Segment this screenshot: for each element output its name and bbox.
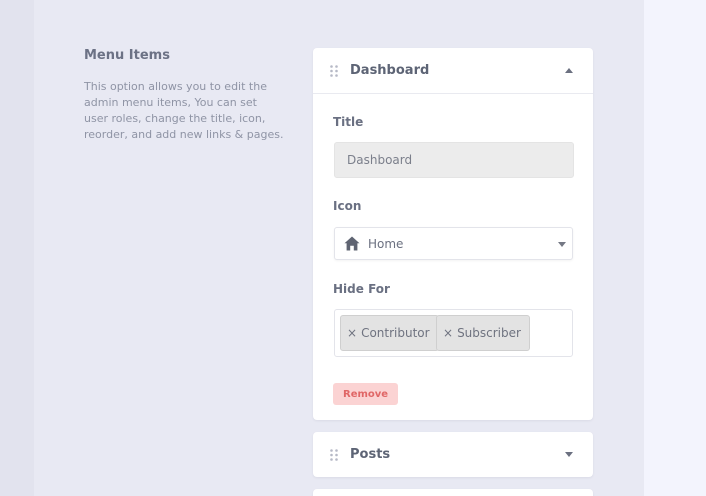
drag-handle-icon[interactable]	[330, 64, 338, 77]
title-field[interactable]	[334, 142, 574, 178]
menu-item-card-next[interactable]	[313, 489, 593, 496]
menu-item-header-dashboard[interactable]: Dashboard	[313, 48, 593, 93]
icon-select-value: Home	[368, 237, 404, 251]
remove-button[interactable]: Remove	[333, 383, 399, 405]
role-tag-subscriber: × Subscriber	[436, 315, 530, 351]
remove-tag-icon[interactable]: ×	[443, 326, 453, 340]
home-icon	[344, 236, 360, 251]
divider	[313, 93, 593, 94]
chevron-down-icon	[558, 242, 566, 247]
menu-item-card-posts: Posts	[313, 432, 593, 477]
menu-item-title: Dashboard	[350, 63, 430, 78]
menu-item-header-posts[interactable]: Posts	[313, 432, 593, 477]
drag-handle-icon[interactable]	[330, 448, 338, 461]
chevron-down-icon[interactable]	[565, 452, 573, 457]
icon-select[interactable]: Home	[334, 227, 573, 260]
menu-item-card-dashboard: Dashboard Title Icon Home Hide For × Con…	[313, 48, 593, 420]
chevron-up-icon[interactable]	[565, 68, 573, 73]
tag-label: Subscriber	[457, 326, 521, 340]
hide-for-label: Hide For	[333, 282, 390, 296]
remove-tag-icon[interactable]: ×	[347, 326, 357, 340]
left-gutter	[0, 0, 34, 496]
section-title: Menu Items	[84, 48, 170, 63]
hide-for-select[interactable]: × Contributor × Subscriber	[334, 309, 573, 357]
tag-label: Contributor	[361, 326, 430, 340]
role-tag-contributor: × Contributor	[340, 315, 439, 351]
menu-item-title: Posts	[350, 447, 391, 462]
section-description: This option allows you to edit the admin…	[84, 80, 284, 141]
right-panel	[644, 0, 706, 496]
title-field-label: Title	[333, 115, 364, 129]
icon-field-label: Icon	[333, 199, 362, 213]
